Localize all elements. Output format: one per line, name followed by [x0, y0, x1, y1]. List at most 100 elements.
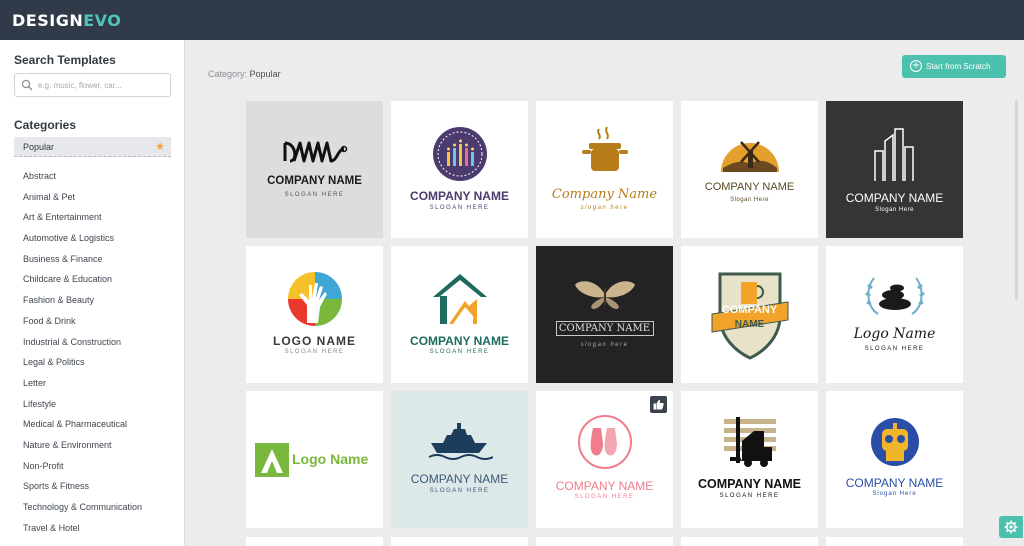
template-card[interactable]: COMPANY NAME Slogan Here	[826, 391, 963, 528]
category-item[interactable]: Abstract	[0, 166, 184, 187]
search-title: Search Templates	[14, 53, 116, 67]
cruise-ship-icon	[428, 423, 493, 460]
template-slogan: SLOGAN HERE	[284, 349, 345, 355]
template-name: COMPANY NAME	[555, 479, 654, 493]
search-icon	[21, 79, 33, 91]
template-card[interactable]: Logo Name	[246, 391, 383, 528]
template-name-line1: COMPANY	[721, 304, 778, 316]
template-name: COMPANY NAME	[410, 472, 509, 486]
template-name: COMPANY NAME	[845, 191, 944, 205]
star-icon: ★	[155, 140, 165, 153]
template-slogan: slogan here	[580, 205, 629, 211]
template-card[interactable]: COMPANY NAME	[681, 246, 818, 383]
category-item[interactable]: Non-Profit	[0, 456, 184, 477]
category-item[interactable]: Art & Entertainment	[0, 207, 184, 228]
letter-a-icon	[255, 443, 289, 477]
template-name: Logo Name	[292, 451, 369, 467]
template-name: COMPANY NAME	[845, 476, 944, 490]
category-item[interactable]: Food & Drink	[0, 311, 184, 332]
ballet-shoes-icon	[578, 415, 632, 469]
category-item[interactable]: Medical & Pharmaceutical	[0, 414, 184, 435]
stones-laurel-icon	[865, 277, 925, 315]
template-name: COMPANY NAME	[410, 334, 509, 348]
category-item[interactable]: Childcare & Education	[0, 269, 184, 290]
search-box[interactable]	[14, 73, 171, 97]
template-card[interactable]: COMPANY NAME SLOGAN HERE	[391, 101, 528, 238]
template-card-partial[interactable]	[826, 537, 963, 546]
category-label: Category:	[208, 69, 248, 79]
template-slogan: SLOGAN HERE	[429, 205, 490, 211]
template-slogan: SLOGAN HERE	[429, 488, 490, 494]
category-item[interactable]: Travel & Hotel	[0, 518, 184, 539]
windmill-icon	[721, 141, 779, 172]
scrollbar[interactable]	[1015, 100, 1018, 300]
category-item[interactable]: Animal & Pet	[0, 187, 184, 208]
template-slogan: Slogan Here	[730, 197, 769, 203]
category-item[interactable]: Sports & Fitness	[0, 476, 184, 497]
template-name: COMPANY NAME	[410, 189, 509, 203]
start-from-scratch-button[interactable]: + Start from Scratch	[902, 55, 1006, 78]
buildings-icon	[874, 128, 914, 181]
category-item[interactable]: Industrial & Construction	[0, 332, 184, 353]
category-value: Popular	[249, 69, 281, 79]
category-item[interactable]: Business & Finance	[0, 249, 184, 270]
hand-circle-icon	[288, 272, 342, 326]
designevo-logo[interactable]: DESIGNEVO	[12, 11, 121, 30]
template-slogan: SLOGAN HERE	[284, 192, 345, 198]
like-badge[interactable]	[650, 396, 667, 413]
candles-badge-icon	[433, 127, 487, 181]
template-card[interactable]: COMPANY NAME Slogan Here	[681, 101, 818, 238]
category-item[interactable]: Legal & Politics	[0, 352, 184, 373]
template-slogan: slogan here	[580, 342, 629, 348]
cooking-pot-icon	[582, 126, 628, 171]
template-card-partial[interactable]	[536, 537, 673, 546]
template-name: Logo Name	[853, 326, 936, 342]
template-name: COMPANY NAME	[267, 175, 362, 187]
template-card[interactable]: COMPANY NAME Slogan Here	[826, 101, 963, 238]
category-item[interactable]: Letter	[0, 373, 184, 394]
category-item[interactable]: Fashion & Beauty	[0, 290, 184, 311]
search-input[interactable]	[38, 77, 166, 93]
template-card-partial[interactable]	[681, 537, 818, 546]
template-card[interactable]: LOGO NAME SLOGAN HERE	[246, 246, 383, 383]
template-name: COMPANY NAME	[558, 323, 651, 334]
category-breadcrumb: Category: Popular	[208, 69, 281, 79]
start-from-scratch-label: Start from Scratch	[926, 62, 991, 71]
template-name: Company Name	[551, 187, 658, 202]
category-list: Abstract Animal & Pet Art & Entertainmen…	[0, 166, 184, 539]
plus-circle-icon: +	[910, 60, 922, 72]
template-card[interactable]: COMPANY NAME SLOGAN HERE	[681, 391, 818, 528]
category-popular-label: Popular	[23, 142, 55, 152]
category-item[interactable]: Automotive & Logistics	[0, 228, 184, 249]
template-card[interactable]: COMPANY NAME SLOGAN HERE	[391, 391, 528, 528]
template-slogan: SLOGAN HERE	[719, 493, 780, 499]
robot-icon	[871, 418, 919, 466]
forklift-icon	[724, 417, 776, 467]
template-slogan: SLOGAN HERE	[429, 349, 490, 355]
template-name: COMPANY NAME	[697, 477, 801, 491]
logo-text-main: DESIGN	[12, 11, 84, 30]
template-card-partial[interactable]	[246, 537, 383, 546]
house-icon	[433, 274, 487, 324]
thumbs-up-icon	[653, 399, 664, 410]
category-item[interactable]: Technology & Communication	[0, 497, 184, 518]
template-name: COMPANY NAME	[704, 181, 795, 193]
template-slogan: SLOGAN HERE	[864, 346, 925, 352]
template-card[interactable]: COMPANY NAME SLOGAN HERE	[391, 246, 528, 383]
template-card[interactable]: Logo Name SLOGAN HERE	[826, 246, 963, 383]
template-card[interactable]: COMPANY NAME SLOGAN HERE	[246, 101, 383, 238]
template-card-partial[interactable]	[391, 537, 528, 546]
logo-text-accent: EVO	[83, 11, 122, 30]
template-card[interactable]: COMPANY NAME slogan here	[536, 246, 673, 383]
category-item[interactable]: Nature & Environment	[0, 435, 184, 456]
template-card[interactable]: COMPANY NAME SLOGAN HERE	[536, 391, 673, 528]
template-name: LOGO NAME	[273, 334, 356, 348]
category-popular[interactable]: Popular ★	[14, 137, 171, 157]
settings-button[interactable]	[999, 516, 1023, 538]
template-card[interactable]: Company Name slogan here	[536, 101, 673, 238]
butterfly-icon	[575, 281, 635, 309]
category-item[interactable]: Lifestyle	[0, 394, 184, 415]
template-slogan: Slogan Here	[875, 207, 914, 213]
sidebar: Search Templates Categories Popular ★ Ab…	[0, 40, 185, 546]
categories-title: Categories	[14, 118, 77, 132]
